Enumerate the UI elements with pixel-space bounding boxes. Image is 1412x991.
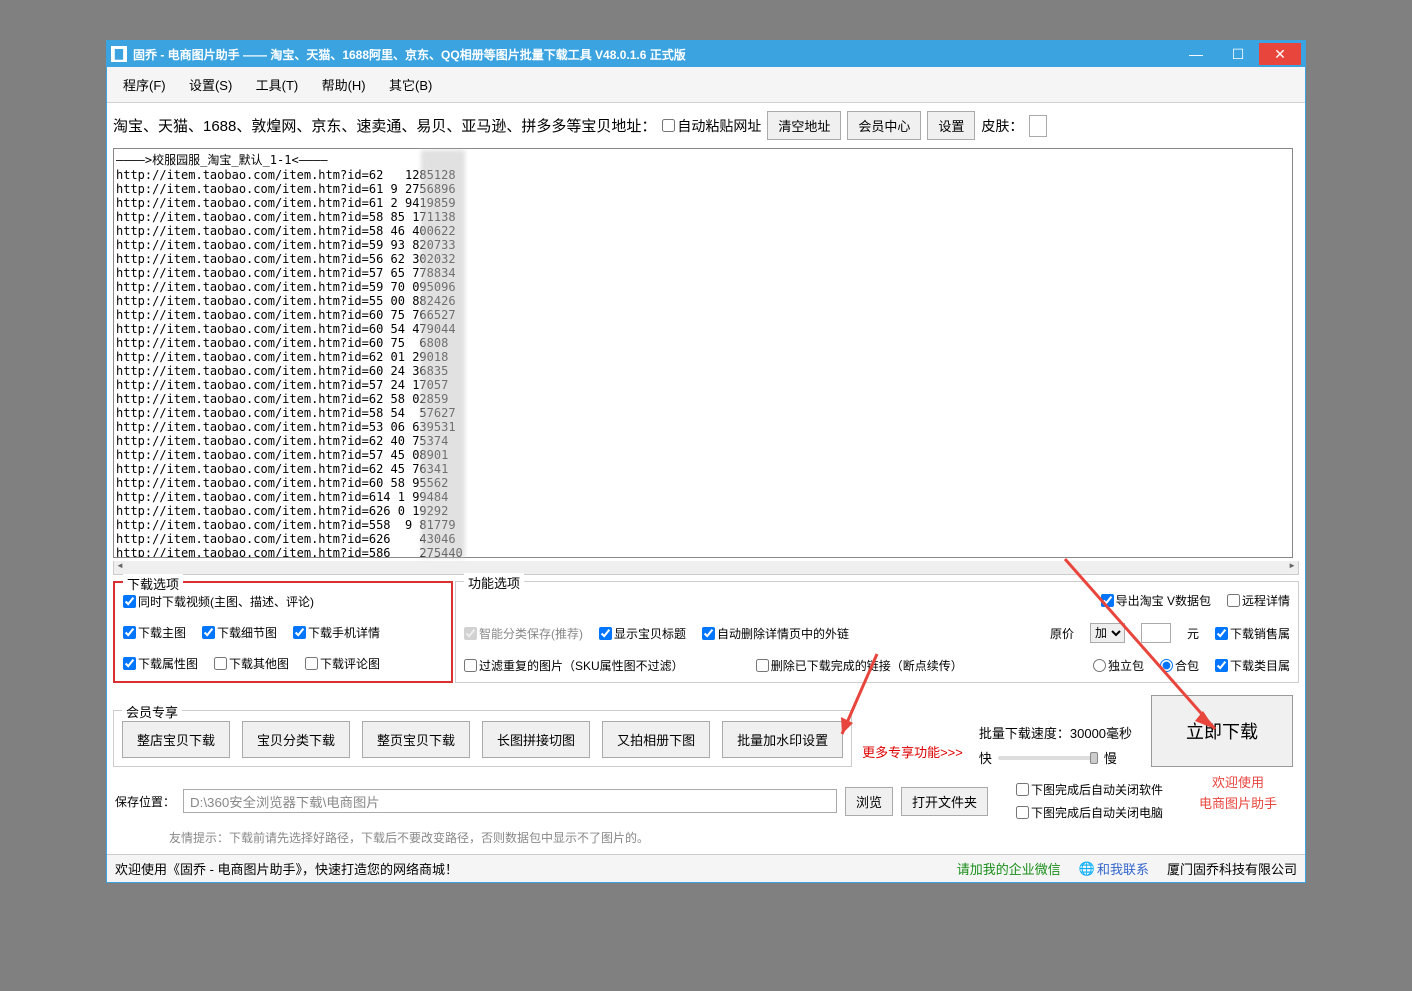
titlebar: ▇ 固乔 - 电商图片助手 —— 淘宝、天猫、1688阿里、京东、QQ相册等图片… <box>107 41 1305 67</box>
url-textarea[interactable]: ————>校服园服_淘宝_默认_1-1<———— http://item.tao… <box>113 148 1293 558</box>
price-unit: 元 <box>1187 625 1199 642</box>
status-contact[interactable]: 🌐 和我联系 <box>1079 859 1149 878</box>
member-center-button[interactable]: 会员中心 <box>847 111 921 140</box>
status-left: 欢迎使用《固乔 - 电商图片助手》，快速打造您的网络商城！ <box>115 859 957 878</box>
btn-youpai[interactable]: 又拍相册下图 <box>602 721 710 758</box>
member-group: 会员专享 整店宝贝下载 宝贝分类下载 整页宝贝下载 长图拼接切图 又拍相册下图 … <box>113 710 852 767</box>
chk-sale-attr[interactable]: 下载销售属 <box>1215 625 1290 642</box>
radio-indep-pkg[interactable]: 独立包 <box>1093 657 1144 674</box>
skin-label: 皮肤： <box>981 116 1023 136</box>
member-title: 会员专享 <box>122 702 182 721</box>
chk-detail-img[interactable]: 下载细节图 <box>202 624 277 641</box>
chk-mobile-detail[interactable]: 下载手机详情 <box>293 624 380 641</box>
price-orig-label: 原价 <box>1050 625 1074 642</box>
chk-remote-detail[interactable]: 远程详情 <box>1227 592 1290 609</box>
chk-category[interactable]: 下载类目属 <box>1215 657 1290 674</box>
save-label: 保存位置： <box>115 793 175 810</box>
chk-smart-save[interactable]: 智能分类保存(推荐) <box>464 625 583 642</box>
member-section: 会员专享 整店宝贝下载 宝贝分类下载 整页宝贝下载 长图拼接切图 又拍相册下图 … <box>107 689 1305 773</box>
clear-address-button[interactable]: 清空地址 <box>767 111 841 140</box>
save-row: 保存位置： 浏览 打开文件夹 下图完成后自动关闭软件 下图完成后自动关闭电脑 <box>107 773 1171 829</box>
globe-icon: 🌐 <box>1079 861 1095 877</box>
chk-close-pc[interactable]: 下图完成后自动关闭电脑 <box>1016 804 1163 821</box>
chk-delete-done[interactable]: 删除已下载完成的链接（断点续传） <box>756 657 963 674</box>
url-list-area: ————>校服园服_淘宝_默认_1-1<———— http://item.tao… <box>107 148 1305 575</box>
window-title: 固乔 - 电商图片助手 —— 淘宝、天猫、1688阿里、京东、QQ相册等图片批量… <box>133 46 1175 63</box>
chk-main-img[interactable]: 下载主图 <box>123 624 186 641</box>
chk-other-img[interactable]: 下载其他图 <box>214 655 289 672</box>
function-options-group: 功能选项 导出淘宝 V数据包 远程详情 智能分类保存(推荐) 显示宝贝标题 自动… <box>455 581 1299 683</box>
skin-input[interactable] <box>1029 115 1047 137</box>
app-icon: ▇ <box>111 46 127 62</box>
address-label: 淘宝、天猫、1688、敦煌网、京东、速卖通、易贝、亚马逊、拼多多等宝贝地址： <box>113 115 656 136</box>
speed-slow-label: 慢 <box>1104 748 1117 767</box>
speed-fast-label: 快 <box>979 748 992 767</box>
speed-label: 批量下载速度：30000毫秒 <box>979 723 1132 742</box>
chk-close-app[interactable]: 下图完成后自动关闭软件 <box>1016 781 1163 798</box>
status-center[interactable]: 请加我的企业微信 <box>957 859 1061 878</box>
app-window: ▇ 固乔 - 电商图片助手 —— 淘宝、天猫、1688阿里、京东、QQ相册等图片… <box>106 40 1306 883</box>
chk-show-title[interactable]: 显示宝贝标题 <box>599 625 686 642</box>
menubar: 程序(F) 设置(S) 工具(T) 帮助(H) 其它(B) <box>107 67 1305 103</box>
hint-text: 友情提示：下载前请先选择好路径，下载后不要改变路径，否则数据包中显示不了图片的。 <box>107 829 1171 854</box>
menu-program[interactable]: 程序(F) <box>113 73 176 96</box>
open-folder-button[interactable]: 打开文件夹 <box>901 787 988 816</box>
maximize-button[interactable]: ☐ <box>1217 43 1259 65</box>
download-options-title: 下载选项 <box>123 574 183 593</box>
save-path-input[interactable] <box>183 789 837 813</box>
price-op-select[interactable]: 加 <box>1090 623 1125 643</box>
welcome-block: 欢迎使用 电商图片助手 <box>1171 773 1305 815</box>
chk-export-csv[interactable]: 导出淘宝 V数据包 <box>1101 592 1211 609</box>
chk-remove-links[interactable]: 自动删除详情页中的外链 <box>702 625 849 642</box>
chk-comment-img[interactable]: 下载评论图 <box>305 655 380 672</box>
btn-category-download[interactable]: 宝贝分类下载 <box>242 721 350 758</box>
options-row: 下载选项 同时下载视频(主图、描述、评论) 下载主图 下载细节图 下载手机详情 … <box>107 575 1305 689</box>
function-options-title: 功能选项 <box>464 573 524 592</box>
more-features-link[interactable]: 更多专享功能>>> <box>862 742 963 761</box>
menu-tools[interactable]: 工具(T) <box>246 73 309 96</box>
statusbar: 欢迎使用《固乔 - 电商图片助手》，快速打造您的网络商城！ 请加我的企业微信 🌐… <box>107 854 1305 882</box>
menu-help[interactable]: 帮助(H) <box>312 73 376 96</box>
settings-button[interactable]: 设置 <box>927 111 975 140</box>
download-now-button[interactable]: 立即下载 <box>1151 695 1293 767</box>
welcome-line1: 欢迎使用 <box>1199 773 1277 794</box>
auto-paste-checkbox[interactable]: 自动粘贴网址 <box>662 116 761 136</box>
browse-button[interactable]: 浏览 <box>845 787 893 816</box>
horizontal-scrollbar[interactable] <box>113 561 1299 575</box>
btn-long-pic[interactable]: 长图拼接切图 <box>482 721 590 758</box>
menu-other[interactable]: 其它(B) <box>379 73 442 96</box>
menu-settings[interactable]: 设置(S) <box>179 73 242 96</box>
btn-shop-download[interactable]: 整店宝贝下载 <box>122 721 230 758</box>
status-right: 厦门固乔科技有限公司 <box>1167 859 1297 878</box>
close-button[interactable]: ✕ <box>1259 43 1301 65</box>
chk-attr-img[interactable]: 下载属性图 <box>123 655 198 672</box>
speed-block: 批量下载速度：30000毫秒 快 慢 <box>979 723 1132 767</box>
speed-slider[interactable] <box>998 756 1098 760</box>
welcome-line2: 电商图片助手 <box>1199 794 1277 815</box>
radio-merge-pkg[interactable]: 合包 <box>1160 657 1199 674</box>
toolbar: 淘宝、天猫、1688、敦煌网、京东、速卖通、易贝、亚马逊、拼多多等宝贝地址： 自… <box>107 103 1305 148</box>
price-value-input[interactable] <box>1141 623 1171 643</box>
chk-filter-dup[interactable]: 过滤重复的图片（SKU属性图不过滤） <box>464 657 684 674</box>
btn-page-download[interactable]: 整页宝贝下载 <box>362 721 470 758</box>
chk-download-video[interactable]: 同时下载视频(主图、描述、评论) <box>123 593 314 610</box>
btn-watermark[interactable]: 批量加水印设置 <box>722 721 843 758</box>
minimize-button[interactable]: — <box>1175 43 1217 65</box>
download-options-group: 下载选项 同时下载视频(主图、描述、评论) 下载主图 下载细节图 下载手机详情 … <box>113 581 453 683</box>
